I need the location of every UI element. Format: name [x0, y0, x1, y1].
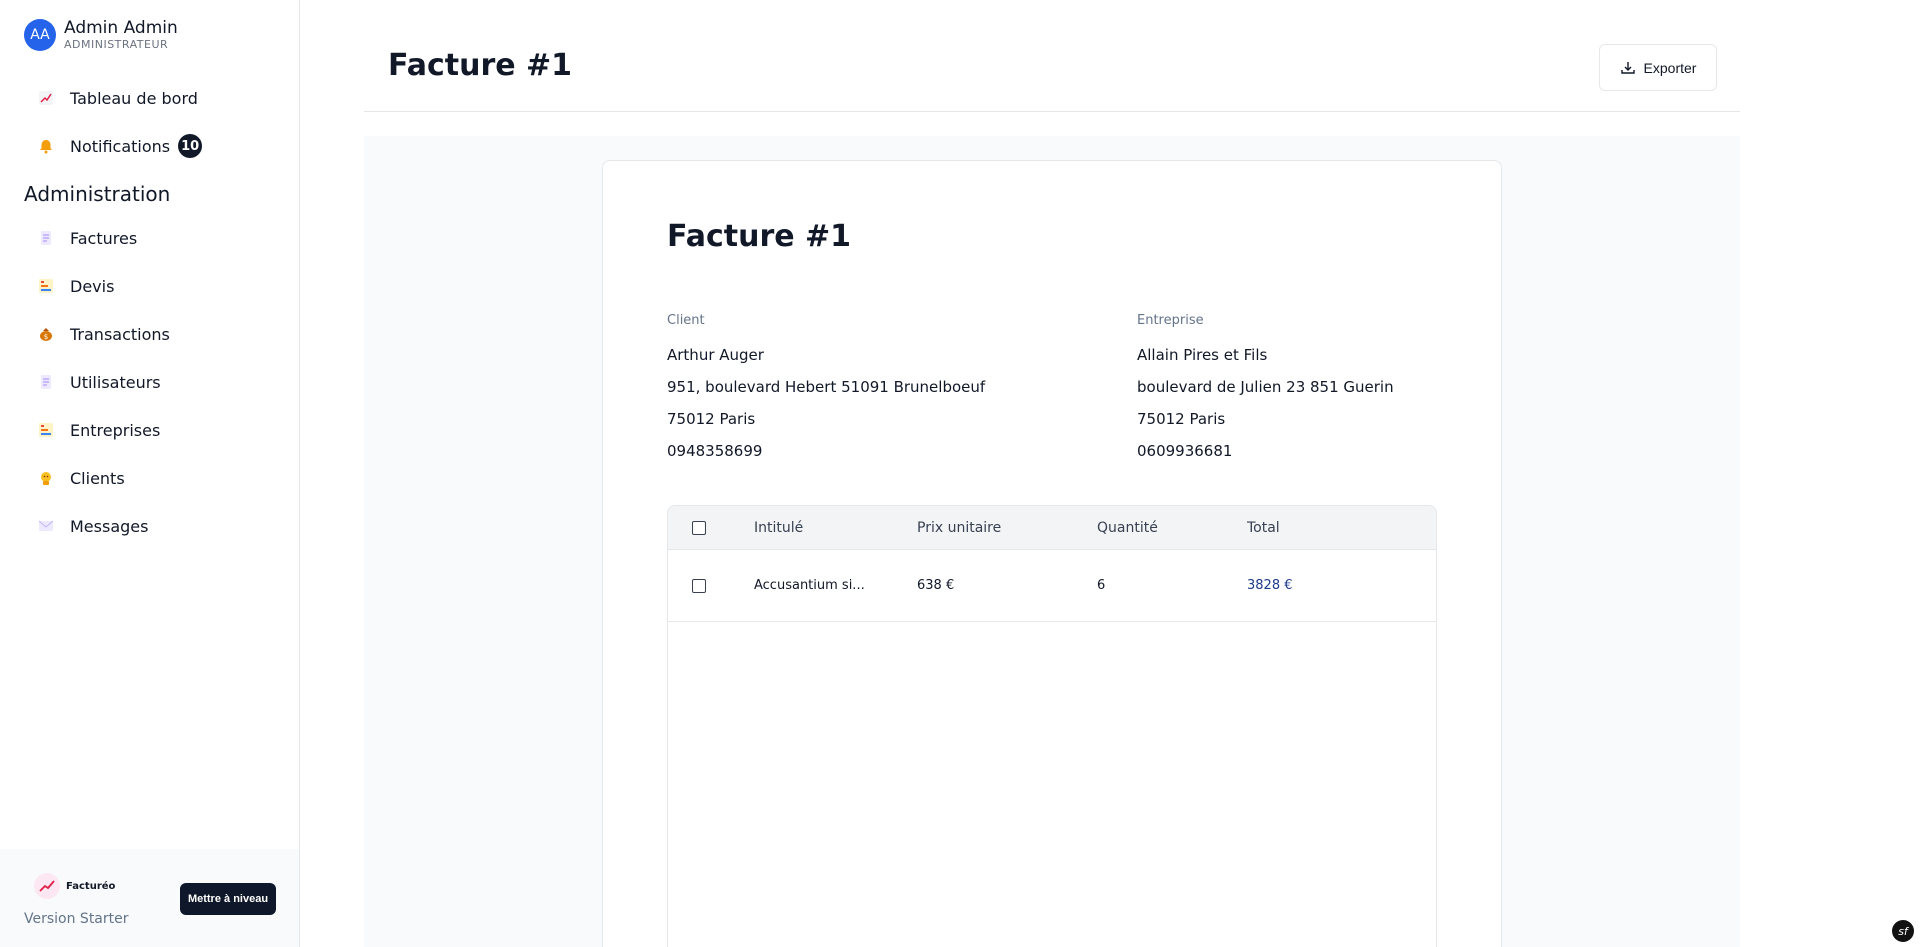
company-address: boulevard de Julien 23 851 Guerin: [1137, 378, 1394, 396]
cell-total: 3828 €: [1247, 578, 1293, 593]
client-phone: 0948358699: [667, 442, 763, 460]
cell-unit-price: 638 €: [917, 578, 955, 593]
company-phone: 0609936681: [1137, 442, 1233, 460]
page-title: Facture #1: [388, 48, 573, 83]
sidebar-item-entreprises[interactable]: Entreprises: [36, 415, 160, 445]
section-title-administration: Administration: [24, 182, 171, 206]
bar-chart-icon: [36, 420, 56, 440]
column-header-quantity[interactable]: Quantité: [1097, 506, 1158, 549]
sidebar-item-clients[interactable]: Clients: [36, 463, 125, 493]
company-label: Entreprise: [1137, 313, 1204, 328]
column-header-total[interactable]: Total: [1247, 506, 1280, 549]
user-profile[interactable]: AA Admin Admin ADMINISTRATEUR: [24, 18, 178, 52]
cell-quantity: 6: [1097, 578, 1106, 593]
export-label: Exporter: [1643, 59, 1697, 76]
sidebar-item-utilisateurs[interactable]: Utilisateurs: [36, 367, 161, 397]
document-icon: [36, 372, 56, 392]
export-button[interactable]: Exporter: [1599, 44, 1717, 91]
sidebar-footer: Facturéo Version Starter Mettre à niveau: [0, 849, 299, 947]
client-city: 75012 Paris: [667, 410, 756, 428]
sidebar-item-label: Messages: [70, 516, 149, 536]
select-all-checkbox[interactable]: [692, 520, 706, 535]
avatar[interactable]: AA: [24, 19, 56, 51]
row-select-cell: [692, 550, 706, 621]
company-city: 75012 Paris: [1137, 410, 1226, 428]
notification-count-badge: 10: [178, 134, 203, 158]
sidebar-item-label: Transactions: [70, 324, 170, 344]
user-role: ADMINISTRATEUR: [64, 38, 169, 51]
bell-icon: [36, 136, 56, 156]
table-header: Intitulé Prix unitaire Quantité Total: [668, 506, 1436, 550]
sidebar-item-label: Factures: [70, 228, 138, 248]
bar-chart-icon: [36, 276, 56, 296]
envelope-icon: [36, 516, 56, 536]
svg-text:$: $: [44, 333, 48, 341]
sidebar-item-dashboard[interactable]: Tableau de bord: [36, 83, 198, 113]
sidebar-item-label: Devis: [70, 276, 115, 296]
brand: Facturéo: [34, 873, 115, 899]
cell-item: Accusantium si...: [754, 578, 865, 593]
sidebar-item-factures[interactable]: Factures: [36, 223, 137, 253]
user-name: Admin Admin: [64, 18, 178, 38]
client-details: Client Arthur Auger 951, boulevard Heber…: [667, 311, 985, 467]
sidebar-item-notifications[interactable]: Notifications 10: [36, 131, 203, 161]
brand-logo-icon: [34, 873, 60, 899]
sidebar-item-label: Tableau de bord: [70, 88, 198, 108]
user-info: Admin Admin ADMINISTRATEUR: [64, 18, 178, 52]
column-header-unit-price[interactable]: Prix unitaire: [917, 506, 1001, 549]
sidebar-item-label: Clients: [70, 468, 125, 488]
download-icon: [1620, 61, 1635, 74]
invoice-title: Facture #1: [667, 219, 852, 254]
sidebar-item-messages[interactable]: Messages: [36, 511, 148, 541]
row-checkbox[interactable]: [692, 578, 706, 593]
sidebar-item-devis[interactable]: Devis: [36, 271, 114, 301]
person-icon: [36, 468, 56, 488]
header-divider: [364, 111, 1740, 112]
sidebar-item-transactions[interactable]: $ Transactions: [36, 319, 170, 349]
column-header-item[interactable]: Intitulé: [754, 506, 803, 549]
invoice-card: Facture #1 Client Arthur Auger 951, boul…: [602, 160, 1502, 947]
money-bag-icon: $: [36, 324, 56, 344]
document-icon: [36, 228, 56, 248]
plan-version: Version Starter: [24, 911, 129, 927]
client-label: Client: [667, 313, 705, 328]
chart-icon: [36, 88, 56, 108]
invoice-items-table: Intitulé Prix unitaire Quantité Total Ac…: [667, 505, 1437, 947]
symfony-toolbar-icon[interactable]: sf: [1892, 920, 1914, 942]
select-all-cell: [692, 506, 706, 549]
table-row[interactable]: Accusantium si... 638 € 6 3828 €: [668, 550, 1436, 622]
sidebar-item-label: Entreprises: [70, 420, 161, 440]
client-name: Arthur Auger: [667, 346, 764, 364]
sidebar: AA Admin Admin ADMINISTRATEUR Tableau de…: [0, 0, 300, 947]
company-name: Allain Pires et Fils: [1137, 346, 1268, 364]
company-details: Entreprise Allain Pires et Fils boulevar…: [1137, 311, 1394, 467]
sidebar-item-label: Utilisateurs: [70, 372, 161, 392]
brand-name: Facturéo: [66, 880, 116, 892]
upgrade-button[interactable]: Mettre à niveau: [180, 883, 276, 915]
sidebar-item-label: Notifications: [70, 136, 171, 156]
client-address: 951, boulevard Hebert 51091 Brunelboeuf: [667, 378, 986, 396]
